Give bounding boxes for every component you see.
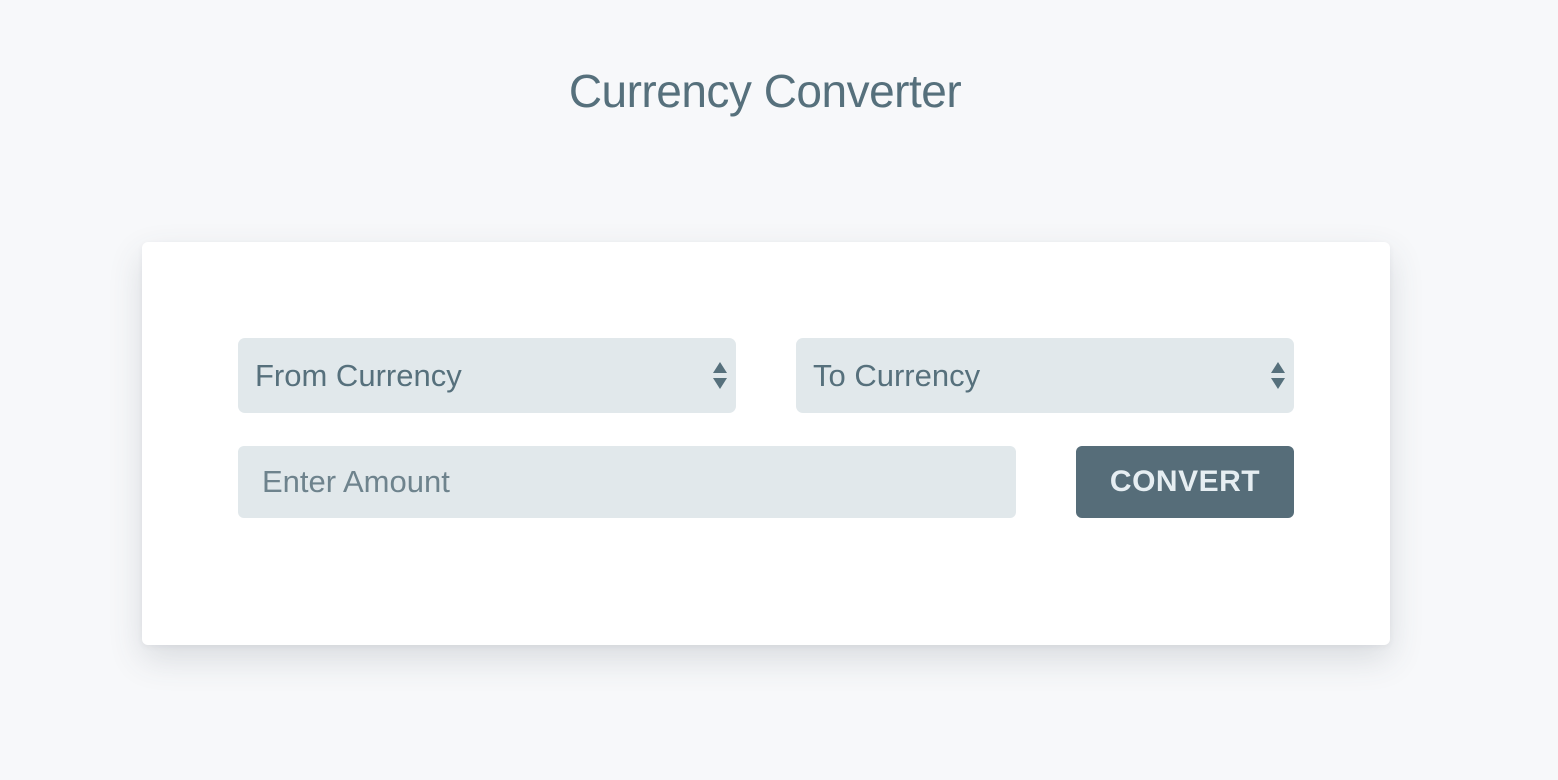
to-currency-select[interactable]: To Currency bbox=[796, 338, 1294, 413]
converter-card: From Currency To Currency CONVERT bbox=[142, 242, 1390, 645]
convert-button[interactable]: CONVERT bbox=[1076, 446, 1294, 518]
to-currency-label: To Currency bbox=[813, 357, 981, 393]
from-currency-label: From Currency bbox=[255, 357, 462, 393]
amount-input[interactable] bbox=[238, 446, 1016, 518]
from-currency-select[interactable]: From Currency bbox=[238, 338, 736, 413]
page-title: Currency Converter bbox=[568, 65, 962, 117]
up-down-arrows-icon bbox=[1271, 361, 1285, 389]
up-down-arrows-icon bbox=[713, 361, 727, 389]
page: Currency Converter From Currency To Curr… bbox=[0, 0, 1558, 780]
